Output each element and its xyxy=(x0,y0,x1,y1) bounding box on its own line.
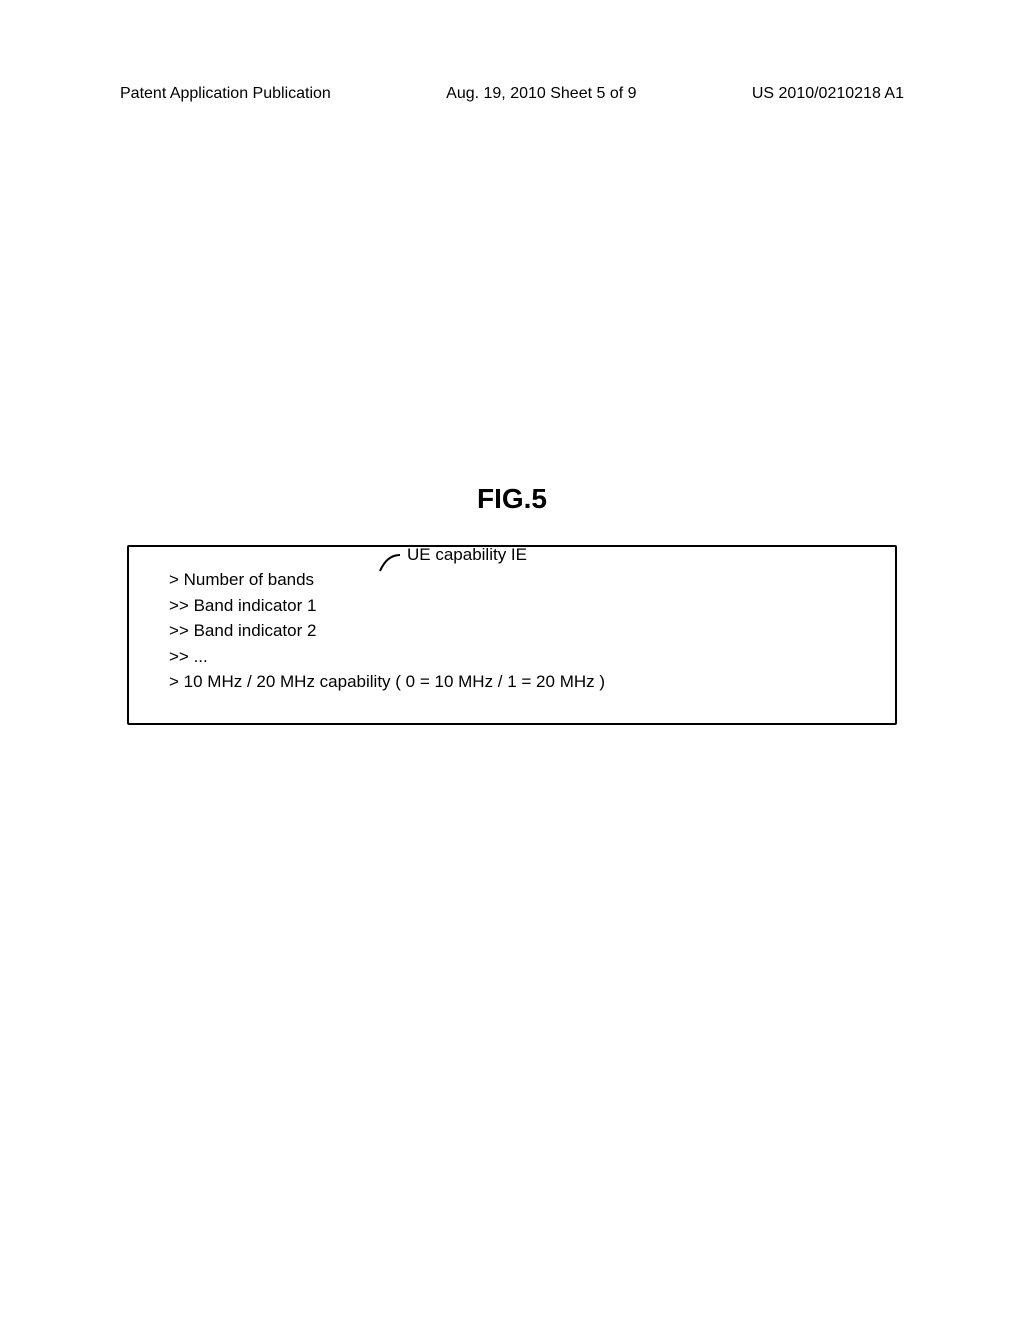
callout-arrow-icon xyxy=(372,553,402,578)
ie-line-band-indicator-1: >> Band indicator 1 xyxy=(169,593,855,619)
header-publication-type: Patent Application Publication xyxy=(120,85,331,103)
ie-line-band-indicator-2: >> Band indicator 2 xyxy=(169,618,855,644)
ie-line-mhz-capability: > 10 MHz / 20 MHz capability ( 0 = 10 MH… xyxy=(169,669,855,695)
header-publication-number: US 2010/0210218 A1 xyxy=(752,85,904,103)
figure-container: UE capability IE > Number of bands >> Ba… xyxy=(127,545,897,725)
header-date-sheet: Aug. 19, 2010 Sheet 5 of 9 xyxy=(446,85,636,103)
callout-label: UE capability IE xyxy=(407,545,527,565)
ue-capability-ie-box: > Number of bands >> Band indicator 1 >>… xyxy=(127,545,897,725)
page-header: Patent Application Publication Aug. 19, … xyxy=(0,0,1024,103)
ie-line-number-of-bands: > Number of bands xyxy=(169,567,855,593)
figure-title: FIG.5 xyxy=(0,483,1024,515)
ie-line-ellipsis: >> ... xyxy=(169,644,855,670)
